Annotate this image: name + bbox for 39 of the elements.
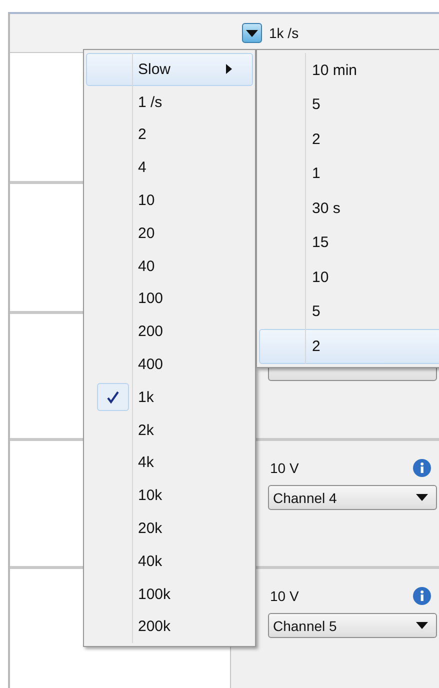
menu-item[interactable]: 200k — [86, 610, 253, 644]
caret-icon — [416, 494, 428, 501]
channel-select[interactable]: Channel 4 — [268, 485, 437, 510]
menu-item[interactable]: 10k — [86, 479, 253, 512]
menu-item[interactable]: Slow — [86, 53, 253, 86]
menu-item[interactable]: 200 — [86, 315, 253, 348]
menu-item[interactable]: 100 — [86, 282, 253, 316]
menu-item[interactable]: 1k — [86, 380, 253, 414]
menu-item[interactable]: 40 — [86, 250, 253, 283]
menu-item[interactable]: 40k — [86, 544, 253, 578]
menu-item[interactable]: 20 — [86, 216, 253, 250]
channel-select[interactable]: Channel 5 — [268, 613, 437, 638]
menu-item[interactable]: 10 — [259, 260, 439, 294]
menu-item[interactable]: 5 — [259, 294, 439, 329]
menu-item[interactable]: 10 — [86, 184, 253, 217]
menu-item[interactable]: 1 — [259, 156, 439, 191]
menu-item[interactable]: 4 — [86, 151, 253, 184]
menu-item[interactable]: 10 min — [259, 53, 439, 88]
menu-item[interactable]: 400 — [86, 348, 253, 381]
submenu-arrow-icon — [226, 64, 232, 74]
caret-icon — [246, 30, 258, 36]
caret-icon — [416, 622, 428, 629]
menu-item[interactable]: 2 — [259, 122, 439, 156]
menu-item[interactable]: 2k — [86, 414, 253, 447]
rate-dropdown-button[interactable] — [242, 23, 262, 43]
menu-item[interactable]: 30 s — [259, 191, 439, 226]
menu-item[interactable]: 100k — [86, 578, 253, 611]
range-label: 10 V — [270, 460, 299, 476]
range-label: 10 V — [270, 588, 299, 604]
info-icon[interactable] — [413, 459, 431, 477]
menu-item[interactable]: 2 — [86, 118, 253, 152]
menu-item[interactable]: 4k — [86, 446, 253, 480]
info-icon[interactable] — [413, 587, 431, 605]
sample-rate-label: 1k /s — [269, 25, 299, 41]
menu-item[interactable]: 2 — [259, 329, 439, 364]
menu-item[interactable]: 1 /s — [86, 86, 253, 119]
menu-item[interactable]: 15 — [259, 226, 439, 260]
menu-item[interactable]: 20k — [86, 512, 253, 545]
menu-item[interactable]: 5 — [259, 88, 439, 122]
